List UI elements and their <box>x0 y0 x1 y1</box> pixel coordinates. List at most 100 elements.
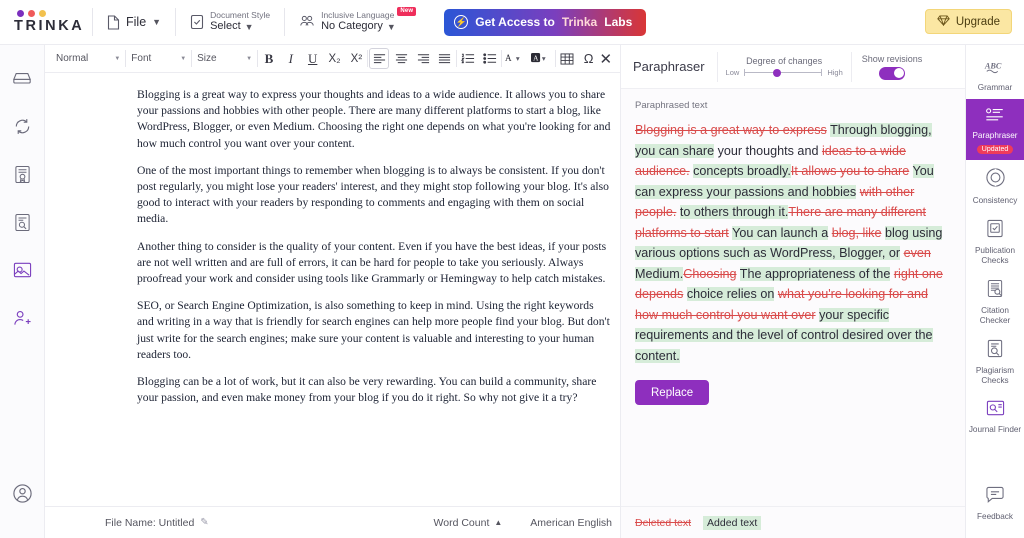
text-color-button[interactable]: A ▾ <box>503 48 528 69</box>
people-icon <box>299 14 315 30</box>
added-text-segment: The appropriateness of the <box>739 266 891 281</box>
legend-added-text: Added text <box>703 515 762 530</box>
numbered-list-button[interactable] <box>458 48 478 69</box>
inclusive-language-value: No Category <box>321 20 383 33</box>
slider-knob[interactable] <box>773 68 782 77</box>
bullet-list-button[interactable] <box>480 48 500 69</box>
italic-button[interactable]: I <box>281 48 301 69</box>
paraphrased-text-content[interactable]: Blogging is a great way to express Throu… <box>635 120 951 366</box>
header-divider-2 <box>175 8 177 36</box>
right-sidebar: ABC Grammar Paraphraser Updated Consiste… <box>965 45 1024 538</box>
highlight-color-button[interactable]: A ▾ <box>529 48 554 69</box>
sidebar-item-publication-checks[interactable]: Publication Checks <box>966 212 1024 272</box>
sidebar-label-journal-finder: Journal Finder <box>968 425 1022 434</box>
diamond-icon <box>937 14 950 29</box>
degree-slider-row: Low High <box>726 68 843 78</box>
sidebar-item-journal-finder[interactable]: Journal Finder <box>966 392 1024 441</box>
sidebar-label-paraphraser: Paraphraser <box>972 131 1018 140</box>
replace-button[interactable]: Replace <box>635 380 710 405</box>
document-page[interactable]: Blogging is a great way to express your … <box>45 73 620 406</box>
document-style-value: Select <box>210 20 241 33</box>
sidebar-item-plagiarism-checks[interactable]: Plagiarism Checks <box>966 332 1024 392</box>
toolbar-divider-3 <box>257 50 258 67</box>
show-revisions-label: Show revisions <box>861 53 923 64</box>
file-name-display[interactable]: File Name: Untitled ✎ <box>105 517 209 529</box>
plain-text-segment <box>909 164 912 178</box>
bold-button[interactable]: B <box>259 48 279 69</box>
align-center-button[interactable] <box>391 48 411 69</box>
sidebar-label-consistency: Consistency <box>972 196 1018 205</box>
sidebar-item-citation-checker[interactable]: Citation Checker <box>966 272 1024 332</box>
language-selector[interactable]: American English <box>530 517 612 529</box>
document-style-menu[interactable]: Document Style Select ▼ <box>178 0 282 45</box>
header-divider-3 <box>284 8 286 36</box>
sidebar-label-grammar: Grammar <box>977 83 1013 92</box>
close-toolbar-button[interactable]: ✕ <box>600 50 613 68</box>
sidebar-label-citation-checker: Citation Checker <box>979 306 1011 325</box>
review-icon[interactable] <box>5 205 39 239</box>
legend-deleted-text: Deleted text <box>635 516 692 529</box>
underline-button[interactable]: U <box>303 48 323 69</box>
superscript-button[interactable]: X² <box>346 48 366 69</box>
added-text-segment: You can launch a <box>732 225 829 240</box>
add-user-icon[interactable] <box>5 301 39 335</box>
slider-cap-left <box>744 69 746 76</box>
sidebar-item-consistency[interactable]: Consistency <box>966 160 1024 212</box>
publication-checks-icon <box>986 219 1004 243</box>
chevron-down-icon-2: ▼ <box>244 21 254 32</box>
slider-track <box>744 72 823 73</box>
align-left-button[interactable] <box>369 48 390 69</box>
sidebar-item-grammar[interactable]: ABC Grammar <box>966 51 1024 99</box>
deleted-text-segment: Blogging is a great way to express <box>635 123 827 137</box>
font-select[interactable]: Font ▼ <box>126 49 191 69</box>
sidebar-item-paraphraser[interactable]: Paraphraser Updated <box>965 99 1024 160</box>
document-style-label: Document Style <box>210 9 271 20</box>
trinka-editor-app: TRINKA File ▼ Document Style Select ▼ In… <box>0 0 1024 538</box>
account-icon[interactable] <box>5 476 39 510</box>
degree-slider[interactable] <box>744 68 823 78</box>
image-check-icon[interactable] <box>5 253 39 287</box>
paraphrased-text-label: Paraphrased text <box>635 100 708 111</box>
labs-button-text-brand: Trinka <box>561 15 598 29</box>
paraphraser-body: Paraphrased text Blogging is a great way… <box>621 89 965 506</box>
header-divider <box>92 8 93 36</box>
size-select[interactable]: Size ▼ <box>192 49 257 69</box>
upgrade-button[interactable]: Upgrade <box>924 9 1012 34</box>
drawer-icon[interactable] <box>5 61 39 95</box>
degree-high-label: High <box>827 68 843 77</box>
align-right-button[interactable] <box>413 48 433 69</box>
chevron-down-icon: ▼ <box>114 55 121 62</box>
align-justify-button[interactable] <box>435 48 455 69</box>
logo-dots <box>17 10 90 17</box>
file-menu[interactable]: File ▼ <box>95 0 173 45</box>
style-check-icon <box>190 14 204 30</box>
document-paragraph: SEO, or Search Engine Optimization, is a… <box>137 299 610 361</box>
get-access-trinka-labs-button[interactable]: ⚡ Get Access to Trinka Labs <box>444 8 647 36</box>
table-button[interactable] <box>557 48 577 69</box>
word-count-label: Word Count <box>433 516 490 529</box>
edit-pencil-icon[interactable]: ✎ <box>200 517 208 528</box>
paragraph-style-select[interactable]: Normal ▼ <box>51 49 125 69</box>
deleted-text-segment: Choosing <box>683 266 737 281</box>
labs-button-text-main: Get Access to <box>475 15 555 29</box>
show-revisions-toggle[interactable] <box>879 66 906 80</box>
paraphraser-panel: Paraphraser Degree of changes Low High S… <box>620 45 965 538</box>
document-style-value-row: Select ▼ <box>210 20 270 34</box>
svg-text:A: A <box>505 53 512 63</box>
document-paragraph: Blogging is a great way to express your … <box>137 88 611 150</box>
logo-text: TRINKA <box>14 18 85 34</box>
degree-of-changes-control: Degree of changes Low High <box>718 56 851 78</box>
app-header: TRINKA File ▼ Document Style Select ▼ In… <box>0 0 1024 45</box>
inclusive-language-menu[interactable]: Inclusive Language New No Category ▼ <box>287 0 428 45</box>
sidebar-item-feedback[interactable]: Feedback <box>966 479 1024 528</box>
word-count-button[interactable]: Word Count ▲ <box>434 517 503 529</box>
document-scroll-area[interactable]: Blogging is a great way to express your … <box>45 73 620 506</box>
subscript-button[interactable]: X₂ <box>325 48 345 69</box>
sync-icon[interactable] <box>5 109 39 143</box>
inclusive-language-value-row: No Category ▼ <box>321 20 416 34</box>
trinka-logo[interactable]: TRINKA <box>0 10 90 34</box>
certificate-icon[interactable] <box>5 157 39 191</box>
format-toolbar: Normal ▼ Font ▼ Size ▼ B I U X₂ X² A ▾ A… <box>45 45 620 73</box>
special-character-button[interactable]: Ω <box>579 48 599 69</box>
document-paragraph: Another thing to consider is the quality… <box>137 239 607 286</box>
